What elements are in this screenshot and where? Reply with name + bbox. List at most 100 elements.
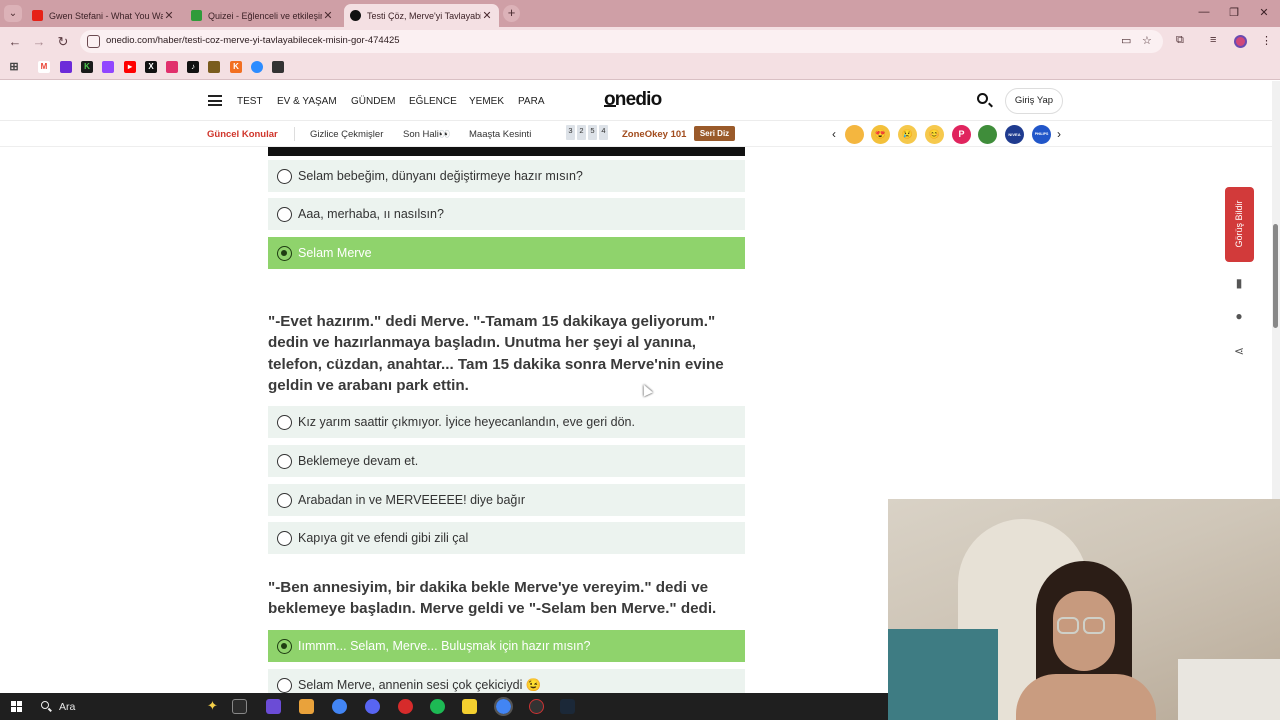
radio-button[interactable] <box>277 168 292 184</box>
answer-option[interactable]: Beklemeye devam et. <box>268 445 745 477</box>
hot-topics-label[interactable]: Güncel Konular <box>207 129 278 140</box>
smile-emoji-icon[interactable]: 😊 <box>925 125 944 144</box>
sticky-notes-icon[interactable] <box>462 699 477 714</box>
radio-button-checked[interactable] <box>277 638 292 654</box>
tree-icon[interactable] <box>978 125 997 144</box>
chevron-left-icon[interactable]: ‹ <box>832 127 836 141</box>
close-tab-icon[interactable]: ✕ <box>322 9 334 22</box>
zone-okey-link[interactable]: ZoneOkey 101 <box>622 129 686 140</box>
bookmark-orange-icon[interactable]: K <box>230 61 242 73</box>
taskbar-search[interactable]: Ara ✦ <box>32 693 222 720</box>
reload-icon[interactable]: ↻ <box>54 34 72 50</box>
minimize-icon[interactable]: — <box>1194 6 1214 18</box>
tiktok-bookmark-icon[interactable]: ♪ <box>187 61 199 73</box>
bookmark-purple-icon[interactable] <box>60 61 72 73</box>
kick-bookmark-icon[interactable]: K <box>81 61 93 73</box>
radio-button[interactable] <box>277 492 292 508</box>
bookmark-star-icon[interactable]: ☆ <box>1142 34 1152 47</box>
site-info-icon[interactable] <box>87 35 100 48</box>
window-close-icon[interactable]: ✕ <box>1254 6 1274 19</box>
bookmark-dark-icon[interactable] <box>272 61 284 73</box>
discord-icon[interactable] <box>365 699 380 714</box>
steam-icon[interactable] <box>560 699 575 714</box>
restore-icon[interactable]: ❐ <box>1224 6 1244 19</box>
x-bookmark-icon[interactable]: X <box>145 61 157 73</box>
obs-icon[interactable] <box>529 699 544 714</box>
nivea-brand-icon[interactable]: NIVEA <box>1005 125 1024 144</box>
bookmark-icon[interactable]: ▮ <box>1232 276 1246 290</box>
nav-eglence[interactable]: EĞLENCE <box>409 96 457 107</box>
crying-emoji-icon[interactable]: 😢 <box>898 125 917 144</box>
radio-button[interactable] <box>277 206 292 222</box>
chevron-right-icon[interactable]: › <box>1057 127 1061 141</box>
topic-link[interactable]: Gizlice Çekmişler <box>310 129 383 140</box>
chrome-active-icon[interactable] <box>494 697 513 716</box>
url-text[interactable]: onedio.com/haber/testi-coz-merve-yi-tavl… <box>106 35 400 46</box>
radio-button[interactable] <box>277 530 292 546</box>
onedio-logo[interactable]: onedio <box>604 89 662 111</box>
quizei-favicon-icon <box>191 10 202 21</box>
share-icon[interactable]: ⋖ <box>1232 344 1246 358</box>
profile-avatar[interactable] <box>1234 35 1247 48</box>
topic-link[interactable]: Maaşta Kesinti <box>469 129 531 140</box>
copilot-icon[interactable] <box>266 699 281 714</box>
nav-gundem[interactable]: GÜNDEM <box>351 96 395 107</box>
scrollbar-thumb[interactable] <box>1273 224 1278 328</box>
tab-search-icon[interactable]: ⌄ <box>4 5 22 22</box>
answer-option[interactable]: Aaa, merhaba, ıı nasılsın? <box>268 198 745 230</box>
file-explorer-icon[interactable] <box>299 699 314 714</box>
answer-option[interactable]: Arabadan in ve MERVEEEEE! diye bağır <box>268 484 745 516</box>
bookmark-blue-icon[interactable] <box>251 61 263 73</box>
address-bar[interactable]: onedio.com/haber/testi-coz-merve-yi-tavl… <box>80 30 1163 53</box>
apps-grid-icon[interactable]: ⊞ <box>8 61 20 73</box>
close-tab-icon[interactable]: ✕ <box>163 9 175 22</box>
hamburger-menu-icon[interactable] <box>208 95 222 106</box>
browser-tab-youtube[interactable]: Gwen Stefani - What You Waiti ✕ <box>26 4 181 27</box>
nav-ev-yasam[interactable]: EV & YAŞAM <box>277 96 337 107</box>
instagram-bookmark-icon[interactable] <box>166 61 178 73</box>
opera-icon[interactable] <box>398 699 413 714</box>
youtube-bookmark-icon[interactable]: ▸ <box>124 61 136 73</box>
answer-option[interactable]: Selam bebeğim, dünyanı değiştirmeye hazı… <box>268 160 745 192</box>
bookmark-brown-icon[interactable] <box>208 61 220 73</box>
answer-option[interactable]: Kız yarım saattir çıkmıyor. İyice heyeca… <box>268 406 745 438</box>
answer-option[interactable]: Kapıya git ve efendi gibi zili çal <box>268 522 745 554</box>
close-tab-icon[interactable]: ✕ <box>481 9 493 22</box>
browser-tab-onedio[interactable]: Testi Çöz, Merve'yi Tavlayabilec ✕ <box>344 4 499 27</box>
heart-eyes-emoji-icon[interactable]: 😍 <box>871 125 890 144</box>
install-app-icon[interactable]: ▭ <box>1121 34 1131 47</box>
nav-test[interactable]: TEST <box>237 96 263 107</box>
new-tab-button[interactable]: + <box>503 5 520 22</box>
gmail-bookmark-icon[interactable]: M <box>38 61 50 73</box>
browser-tab-quizei[interactable]: Quizei - Eğlenceli ve etkileşim ✕ <box>185 4 340 27</box>
twitch-bookmark-icon[interactable] <box>102 61 114 73</box>
radio-button[interactable] <box>277 414 292 430</box>
seri-diz-badge[interactable]: Seri Diz <box>694 126 735 141</box>
feedback-button[interactable]: Görüş Bildir <box>1225 187 1254 262</box>
radio-button[interactable] <box>277 453 292 469</box>
nav-yemek[interactable]: YEMEK <box>469 96 504 107</box>
login-button[interactable]: Giriş Yap <box>1005 88 1063 114</box>
site-header: TEST EV & YAŞAM GÜNDEM EĞLENCE YEMEK PAR… <box>0 81 1272 121</box>
topic-link[interactable]: Son Hali👀 <box>403 129 451 140</box>
back-icon[interactable]: ← <box>6 34 24 49</box>
answer-option-selected[interactable]: Iımmm... Selam, Merve... Buluşmak için h… <box>268 630 745 662</box>
search-icon[interactable] <box>977 93 988 104</box>
windows-start-icon[interactable] <box>11 701 22 712</box>
media-control-icon[interactable]: ≡ <box>1210 34 1216 46</box>
extensions-icon[interactable]: ⧉ <box>1176 34 1184 47</box>
answer-option-selected[interactable]: Selam Merve <box>268 237 745 269</box>
radio-button[interactable] <box>277 677 292 693</box>
spotify-icon[interactable] <box>430 699 445 714</box>
task-view-icon[interactable] <box>232 699 247 714</box>
radio-button-checked[interactable] <box>277 245 292 261</box>
p-brand-icon[interactable]: P <box>952 125 971 144</box>
browser-menu-icon[interactable]: ⋮ <box>1261 34 1272 47</box>
nav-para[interactable]: PARA <box>518 96 545 107</box>
brain-emoji-icon[interactable] <box>845 125 864 144</box>
philips-brand-icon[interactable]: PHILIPS <box>1032 125 1051 144</box>
forward-icon[interactable]: → <box>30 34 48 49</box>
comments-icon[interactable]: ● <box>1232 309 1246 323</box>
zone-number-tiles[interactable]: 3 2 5 4 <box>566 125 608 140</box>
chrome-icon[interactable] <box>332 699 347 714</box>
